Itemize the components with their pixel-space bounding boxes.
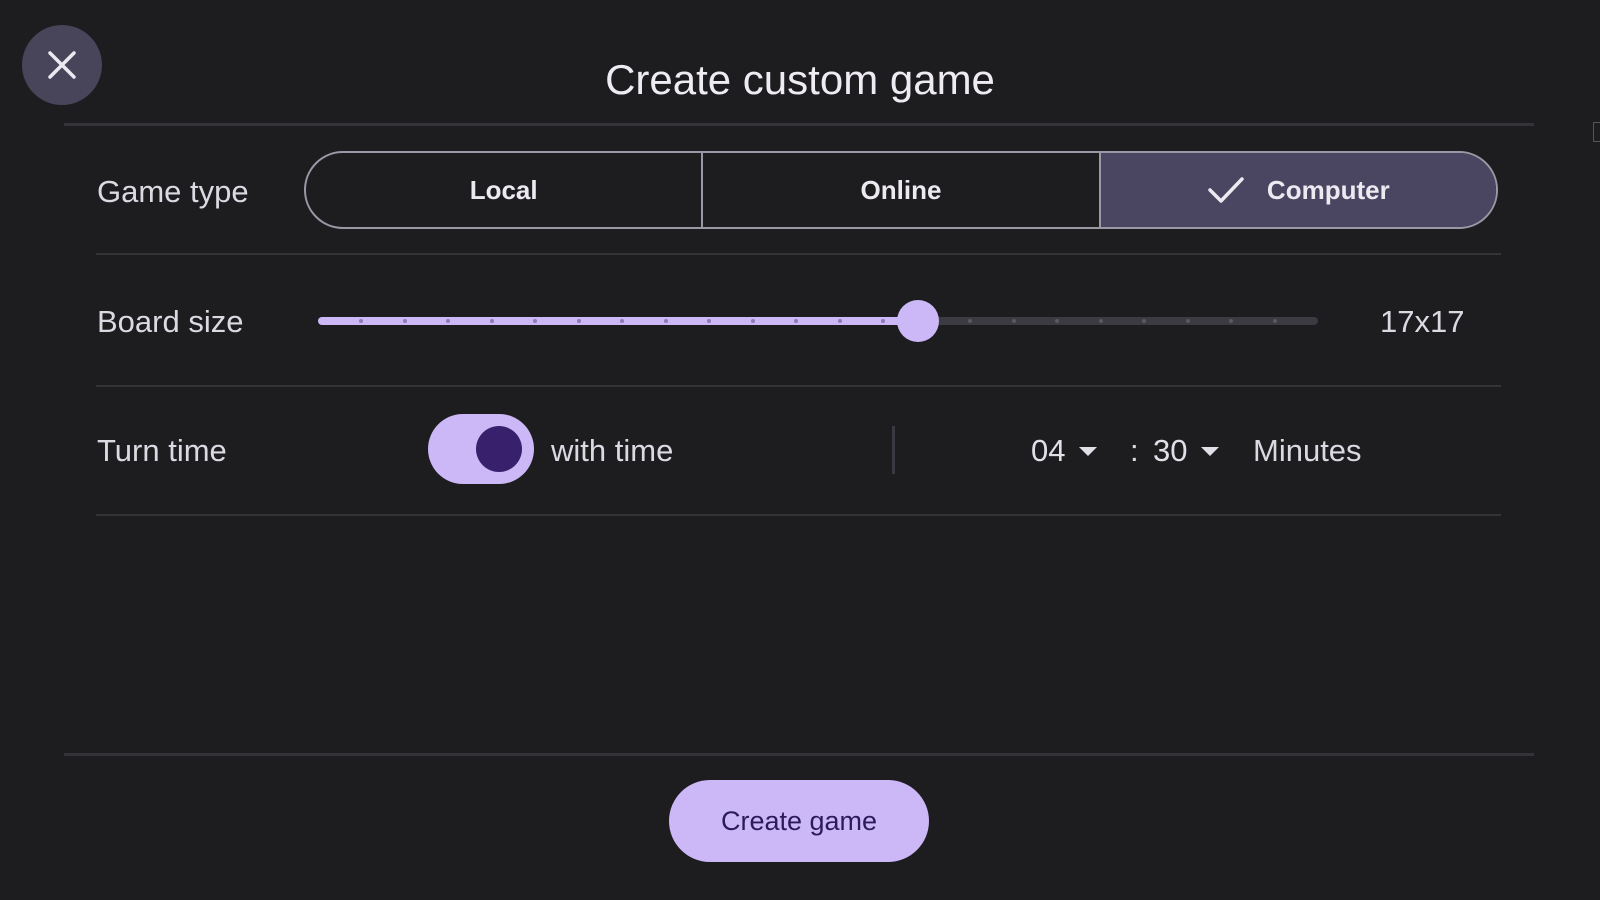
slider-tick bbox=[1011, 319, 1016, 323]
window-edge-marker bbox=[1593, 122, 1600, 142]
turn-time-toggle[interactable] bbox=[428, 414, 534, 484]
minutes-value: 04 bbox=[1031, 433, 1066, 468]
game-type-label: Game type bbox=[97, 174, 249, 209]
row-divider bbox=[96, 385, 1501, 387]
slider-tick bbox=[402, 319, 407, 323]
header-divider bbox=[64, 123, 1534, 126]
minutes-dropdown[interactable]: 04 bbox=[1031, 433, 1098, 469]
slider-tick bbox=[489, 319, 494, 323]
board-size-slider[interactable] bbox=[318, 300, 1318, 342]
row-divider bbox=[96, 253, 1501, 255]
slider-tick bbox=[1272, 319, 1277, 323]
seconds-value: 30 bbox=[1153, 433, 1188, 468]
turn-time-label: Turn time bbox=[97, 433, 227, 468]
footer-divider bbox=[64, 753, 1534, 756]
vertical-divider bbox=[892, 426, 895, 474]
game-type-option-computer[interactable]: Computer bbox=[1098, 153, 1496, 227]
chevron-down-icon bbox=[1079, 446, 1098, 456]
slider-tick bbox=[663, 319, 668, 323]
game-type-option-online[interactable]: Online bbox=[701, 153, 1098, 227]
toggle-label: with time bbox=[551, 433, 674, 468]
time-unit-label: Minutes bbox=[1253, 433, 1362, 468]
slider-tick bbox=[750, 319, 755, 323]
dialog-title: Create custom game bbox=[605, 56, 995, 103]
game-type-option-label: Computer bbox=[1266, 174, 1390, 205]
slider-tick bbox=[1229, 319, 1234, 323]
slider-tick bbox=[576, 319, 581, 323]
game-type-option-local[interactable]: Local bbox=[306, 153, 701, 227]
game-type-segmented-control: Local Online Computer bbox=[304, 151, 1498, 229]
chevron-down-icon bbox=[1201, 446, 1220, 456]
toggle-knob bbox=[476, 426, 522, 472]
game-type-option-label: Online bbox=[860, 174, 942, 205]
time-separator: : bbox=[1130, 433, 1139, 468]
slider-tick bbox=[1185, 319, 1190, 323]
slider-tick bbox=[1098, 319, 1103, 323]
check-icon bbox=[1208, 177, 1244, 203]
board-size-label: Board size bbox=[97, 304, 244, 339]
game-type-option-label: Local bbox=[469, 174, 538, 205]
create-game-button[interactable]: Create game bbox=[669, 780, 929, 862]
row-divider bbox=[96, 514, 1501, 516]
slider-thumb[interactable] bbox=[897, 300, 939, 342]
board-size-value: 17x17 bbox=[1380, 304, 1465, 339]
slider-active-track bbox=[318, 317, 918, 325]
slider-tick bbox=[837, 319, 842, 323]
seconds-dropdown[interactable]: 30 bbox=[1153, 433, 1220, 469]
